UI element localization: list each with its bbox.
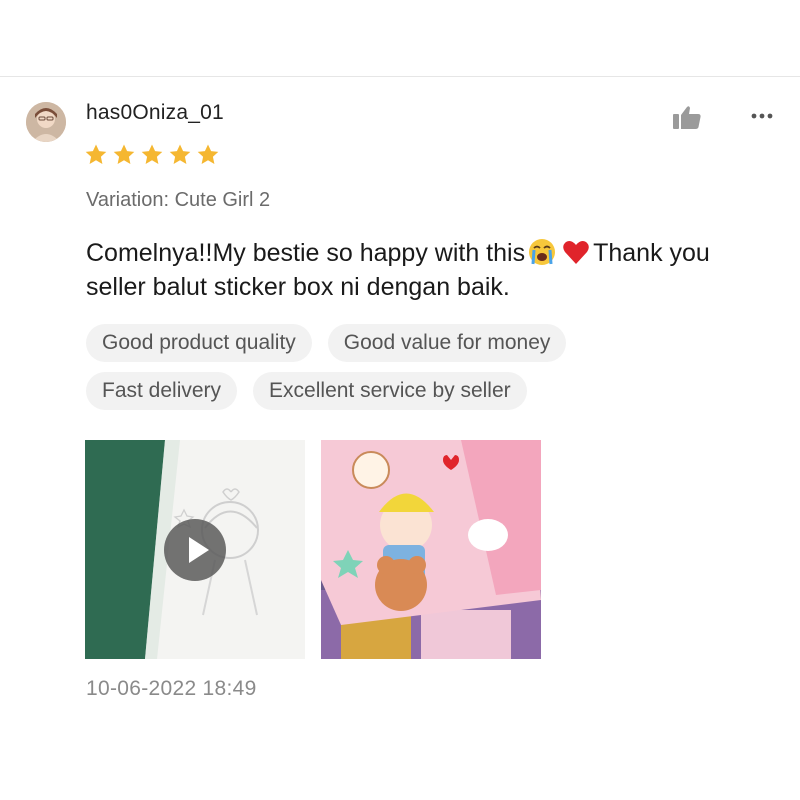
red-heart-emoji: [563, 241, 589, 264]
review-text-part1: Comelnya!!My bestie so happy with this: [86, 239, 526, 267]
review-photo-thumbnail[interactable]: [321, 440, 541, 659]
star-icon: [197, 144, 219, 164]
review-tags: Good product quality Good value for mone…: [86, 324, 726, 410]
review-video-thumbnail[interactable]: [85, 440, 305, 659]
rating-stars: [84, 143, 220, 167]
tag-good-value-for-money[interactable]: Good value for money: [327, 324, 567, 362]
star-icon: [141, 144, 163, 164]
more-dots-icon[interactable]: [748, 106, 776, 126]
play-icon[interactable]: [164, 519, 226, 581]
star-icon: [169, 144, 191, 164]
username[interactable]: has0Oniza_01: [86, 101, 224, 125]
top-divider: [0, 76, 800, 77]
thumbs-up-icon[interactable]: [672, 104, 702, 130]
star-icon: [113, 144, 135, 164]
tag-fast-delivery[interactable]: Fast delivery: [86, 372, 238, 410]
user-avatar[interactable]: [26, 102, 66, 142]
review-timestamp: 10-06-2022 18:49: [86, 677, 257, 700]
review-card: has0Oniza_01 Variation: Cute Girl 2 Come…: [0, 0, 800, 800]
loudly-crying-face-emoji: [529, 239, 556, 265]
tag-excellent-service[interactable]: Excellent service by seller: [253, 372, 527, 410]
variation-label: Variation: Cute Girl 2: [86, 189, 271, 211]
tag-good-product-quality[interactable]: Good product quality: [86, 324, 312, 362]
star-icon: [85, 144, 107, 164]
review-text: Comelnya!!My bestie so happy with this T…: [86, 236, 766, 304]
